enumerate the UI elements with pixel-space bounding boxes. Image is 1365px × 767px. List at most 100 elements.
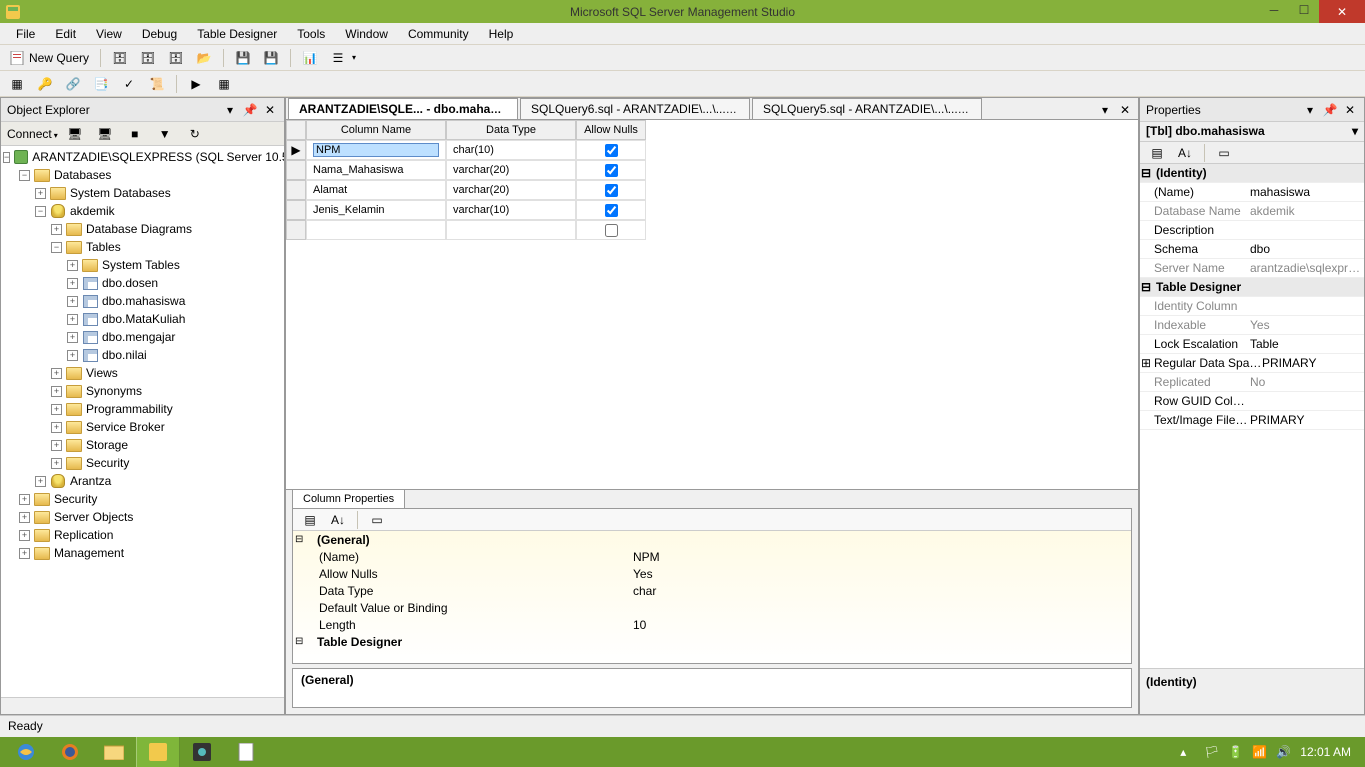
connect-button[interactable]: Connect▾ <box>7 127 58 141</box>
taskbar-app1[interactable] <box>180 737 224 767</box>
column-properties-grid[interactable]: (General) (Name)NPM Allow NullsYes Data … <box>293 531 1131 663</box>
tree-storage[interactable]: Storage <box>86 438 128 452</box>
toolbar-btn-open[interactable]: 📂 <box>191 47 217 69</box>
expand-icon[interactable]: + <box>19 512 30 523</box>
tb2-btn1[interactable]: ▦ <box>4 73 30 95</box>
row-selector[interactable] <box>286 220 306 240</box>
expand-icon[interactable]: + <box>67 260 78 271</box>
tb2-btn8[interactable]: ▦ <box>211 73 237 95</box>
oe-btn5[interactable]: ↻ <box>182 123 208 145</box>
tray-clock[interactable]: 12:01 AM <box>1300 745 1351 759</box>
tab-query5[interactable]: SQLQuery5.sql - ARANTZADIE\...\...6))*× <box>752 98 982 119</box>
properties-object-selector[interactable]: [Tbl] dbo.mahasiswa ▾ <box>1140 122 1364 142</box>
menu-help[interactable]: Help <box>479 24 524 44</box>
menu-debug[interactable]: Debug <box>132 24 187 44</box>
pin-button[interactable]: 📌 <box>242 102 258 118</box>
tree-databases[interactable]: Databases <box>54 168 111 182</box>
expand-icon[interactable]: + <box>51 386 62 397</box>
menu-community[interactable]: Community <box>398 24 479 44</box>
tree-arantza[interactable]: Arantza <box>70 474 111 488</box>
properties-grid[interactable]: ⊟(Identity) (Name)mahasiswa Database Nam… <box>1140 164 1364 668</box>
oe-btn2[interactable]: 🖥 <box>92 123 118 145</box>
close-panel-button[interactable]: ✕ <box>1342 102 1358 118</box>
tray-flag-icon[interactable]: 🏳 <box>1204 745 1218 759</box>
alphabetize-button[interactable]: A↓ <box>325 509 351 531</box>
allow-nulls-cell[interactable] <box>576 180 646 200</box>
allow-nulls-checkbox[interactable] <box>605 144 618 157</box>
data-type-cell[interactable]: varchar(20) <box>446 160 576 180</box>
category-identity[interactable]: (Identity) <box>1152 166 1262 180</box>
toolbar-btn-db[interactable]: 🗄 <box>107 47 133 69</box>
tb2-btn7[interactable]: ▶ <box>183 73 209 95</box>
tree-table-mahasiswa[interactable]: dbo.mahasiswa <box>102 294 185 308</box>
tray-up-icon[interactable]: ▴ <box>1180 745 1194 759</box>
row-selector[interactable] <box>286 160 306 180</box>
column-name-cell[interactable]: Nama_Mahasiswa <box>306 160 446 180</box>
tree-security-db[interactable]: Security <box>86 456 129 470</box>
close-button[interactable]: ✕ <box>1319 0 1365 23</box>
tree-table-matakuliah[interactable]: dbo.MataKuliah <box>102 312 185 326</box>
dropdown-button[interactable]: ▾ <box>222 102 238 118</box>
column-name-cell[interactable]: Jenis_Kelamin <box>306 200 446 220</box>
allow-nulls-cell[interactable] <box>576 220 646 240</box>
prop-schema-value[interactable]: dbo <box>1250 242 1364 256</box>
tree-dbdiagrams[interactable]: Database Diagrams <box>86 222 192 236</box>
table-designer-grid[interactable]: Column Name Data Type Allow Nulls ▶ char… <box>286 120 1138 489</box>
expand-icon[interactable]: + <box>67 296 78 307</box>
toolbar-btn-list[interactable]: ☰▾ <box>325 47 361 69</box>
toolbar-btn-db2[interactable]: 🗄 <box>135 47 161 69</box>
horizontal-scrollbar[interactable] <box>1 697 284 714</box>
data-type-cell[interactable]: varchar(10) <box>446 200 576 220</box>
column-name-input[interactable] <box>313 143 439 157</box>
prop-pages-button[interactable]: ▭ <box>1211 142 1237 164</box>
taskbar-explorer[interactable] <box>92 737 136 767</box>
tree-serverobjects[interactable]: Server Objects <box>54 510 133 524</box>
tree-replication[interactable]: Replication <box>54 528 113 542</box>
minimize-button[interactable]: － <box>1259 0 1289 20</box>
row-selector[interactable] <box>286 180 306 200</box>
pin-button[interactable]: 📌 <box>1322 102 1338 118</box>
tree-tables[interactable]: Tables <box>86 240 121 254</box>
prop-name-value[interactable]: mahasiswa <box>1250 185 1364 199</box>
expand-icon[interactable]: + <box>19 530 30 541</box>
menu-file[interactable]: File <box>6 24 45 44</box>
menu-tools[interactable]: Tools <box>287 24 335 44</box>
toolbar-btn-saveall[interactable]: 💾 <box>258 47 284 69</box>
collapse-icon[interactable]: − <box>19 170 30 181</box>
prop-allownulls-value[interactable]: Yes <box>633 567 1131 581</box>
collapse-icon[interactable]: − <box>51 242 62 253</box>
toolbar-btn-activity[interactable]: 📊 <box>297 47 323 69</box>
tab-designer[interactable]: ARANTZADIE\SQLE... - dbo.mahasiswa <box>288 98 518 119</box>
collapse-icon[interactable]: − <box>35 206 46 217</box>
tree-servicebroker[interactable]: Service Broker <box>86 420 165 434</box>
prop-regdataspace-label[interactable]: Regular Data Space <box>1152 356 1262 370</box>
allow-nulls-checkbox[interactable] <box>605 164 618 177</box>
menu-table-designer[interactable]: Table Designer <box>187 24 287 44</box>
expand-icon[interactable]: + <box>35 476 46 487</box>
expand-icon[interactable]: + <box>67 278 78 289</box>
allow-nulls-cell[interactable] <box>576 160 646 180</box>
menu-view[interactable]: View <box>86 24 132 44</box>
toolbar-btn-save[interactable]: 💾 <box>230 47 256 69</box>
menu-edit[interactable]: Edit <box>45 24 86 44</box>
allow-nulls-checkbox[interactable] <box>605 184 618 197</box>
tree-synonyms[interactable]: Synonyms <box>86 384 142 398</box>
column-name-cell[interactable]: Alamat <box>306 180 446 200</box>
collapse-icon[interactable]: − <box>3 152 10 163</box>
tree-table-mengajar[interactable]: dbo.mengajar <box>102 330 175 344</box>
taskbar-ie[interactable] <box>4 737 48 767</box>
category-tabledesigner[interactable]: Table Designer <box>303 635 643 649</box>
data-type-cell[interactable]: char(10) <box>446 140 576 160</box>
column-name-cell[interactable] <box>306 140 446 160</box>
expand-icon[interactable]: + <box>67 314 78 325</box>
expand-icon[interactable]: + <box>19 494 30 505</box>
tb2-btn6[interactable]: 📜 <box>144 73 170 95</box>
taskbar-app2[interactable] <box>224 737 268 767</box>
prop-length-value[interactable]: 10 <box>633 618 1131 632</box>
expand-icon[interactable]: + <box>67 332 78 343</box>
expand-icon[interactable]: + <box>51 422 62 433</box>
expand-icon[interactable]: + <box>51 440 62 451</box>
allow-nulls-checkbox[interactable] <box>605 224 618 237</box>
data-type-cell[interactable]: varchar(20) <box>446 180 576 200</box>
row-selector[interactable]: ▶ <box>286 140 306 160</box>
